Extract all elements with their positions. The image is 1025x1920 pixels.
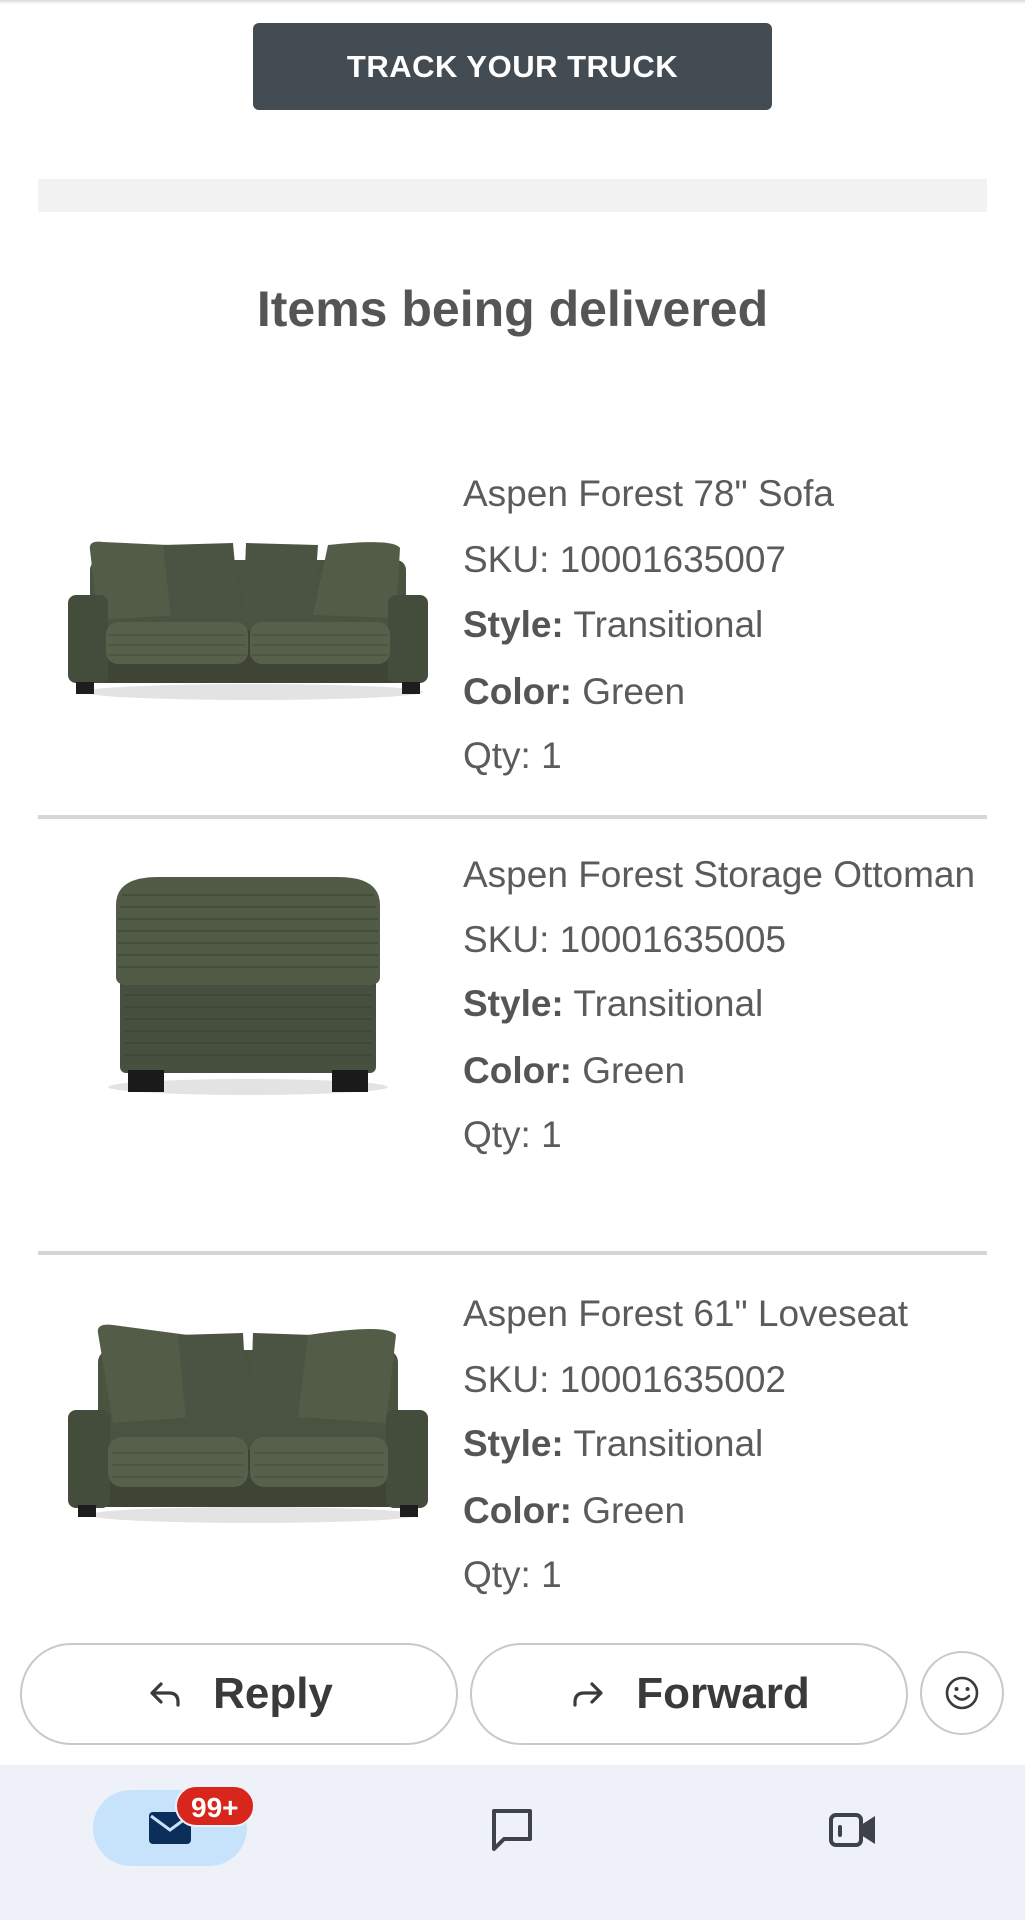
color-label: Color: [463,671,572,712]
item-qty: Qty: 1 [463,735,562,776]
style-value: Transitional [563,1423,764,1464]
section-title: Items being delivered [256,281,769,337]
color-label: Color: [463,1050,572,1091]
color-value: Green [571,1050,686,1091]
item-qty: Qty: 1 [463,1114,562,1155]
item-name: Aspen Forest 61" Loveseat [463,1293,909,1334]
color-value: Green [571,1490,686,1531]
chat-icon[interactable] [488,1805,536,1853]
divider-band [38,179,987,212]
item-style: Style: Transitional [463,1419,983,1469]
item-qty: Qty: 1 [463,1554,562,1595]
message-action-bar: Reply Forward [0,1633,1025,1763]
style-label: Style: [463,1423,564,1464]
item-separator [38,815,987,819]
video-icon[interactable] [828,1805,878,1853]
item-color: Color: Green [463,1046,983,1096]
item-details: Aspen Forest Storage Ottoman SKU: 100016… [463,850,983,1160]
delivery-item-loveseat: Aspen Forest 61" Loveseat SKU: 100016350… [38,1285,987,1625]
item-sku: SKU: 10001635002 [463,1359,786,1400]
item-name: Aspen Forest Storage Ottoman [463,854,976,895]
item-style: Style: Transitional [463,600,983,650]
color-label: Color: [463,1490,572,1531]
color-value: Green [571,671,686,712]
smiley-icon [945,1676,979,1710]
item-details: Aspen Forest 78" Sofa SKU: 10001635007 S… [463,465,983,781]
loveseat-image [68,1324,428,1523]
reply-label: Reply [213,1669,333,1718]
track-your-truck-button[interactable]: TRACK YOUR TRUCK [253,23,772,110]
bottom-navigation: 99+ [0,1765,1025,1920]
unread-count-badge: 99+ [175,1785,255,1827]
style-value: Transitional [563,604,764,645]
reply-button[interactable]: Reply [20,1643,458,1745]
item-style: Style: Transitional [463,979,983,1029]
item-color: Color: Green [463,1486,983,1536]
item-sku: SKU: 10001635007 [463,539,786,580]
emoji-reaction-button[interactable] [920,1651,1004,1735]
style-label: Style: [463,604,564,645]
delivery-item-sofa: Aspen Forest 78" Sofa SKU: 10001635007 S… [38,465,987,815]
item-sku: SKU: 10001635005 [463,919,786,960]
forward-button[interactable]: Forward [470,1643,908,1745]
top-edge [0,0,1025,4]
forward-label: Forward [636,1669,810,1718]
sofa-image [68,541,428,700]
style-label: Style: [463,983,564,1024]
item-color: Color: Green [463,667,983,717]
style-value: Transitional [563,983,764,1024]
forward-icon [573,1682,603,1707]
reply-icon [150,1682,180,1707]
item-separator [38,1251,987,1255]
delivery-item-ottoman: Aspen Forest Storage Ottoman SKU: 100016… [38,850,987,1250]
ottoman-image [108,877,388,1095]
item-details: Aspen Forest 61" Loveseat SKU: 100016350… [463,1285,983,1600]
item-name: Aspen Forest 78" Sofa [463,473,835,514]
